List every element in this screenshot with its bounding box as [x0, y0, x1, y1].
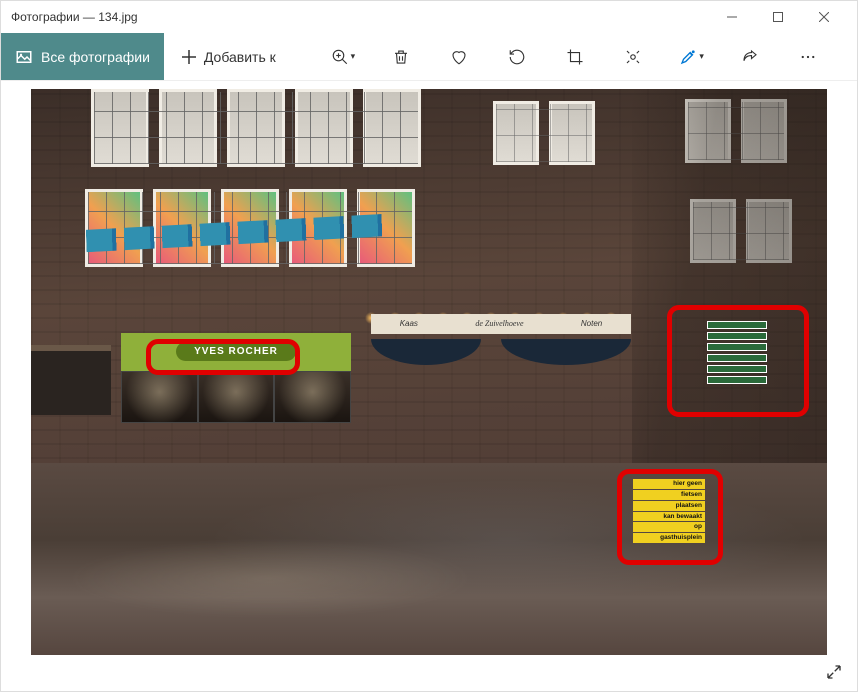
close-button[interactable] — [801, 1, 847, 33]
edit-button[interactable]: ▾ — [672, 37, 712, 77]
add-to-label: Добавить к — [204, 49, 276, 65]
heart-icon — [450, 48, 468, 66]
sign-noten: Noten — [581, 319, 602, 328]
close-icon — [819, 12, 829, 22]
trash-icon — [392, 48, 410, 66]
ellipsis-icon — [799, 48, 817, 66]
all-photos-button[interactable]: Все фотографии — [1, 33, 164, 80]
photo-image: Kaas de Zuivelhoeve Noten YVES ROCHER — [31, 89, 827, 655]
share-icon — [741, 48, 759, 66]
favorite-button[interactable] — [439, 37, 479, 77]
sign-kaas: Kaas — [400, 319, 418, 328]
awning-signband: Kaas de Zuivelhoeve Noten — [371, 314, 631, 334]
expand-icon[interactable] — [825, 663, 843, 681]
toolbar-actions: ▾ ▾ — [294, 37, 857, 77]
rotate-button[interactable] — [497, 37, 537, 77]
minimize-button[interactable] — [709, 1, 755, 33]
spot-icon — [624, 48, 642, 66]
window-controls — [709, 1, 847, 33]
plus-icon — [182, 50, 196, 64]
crop-button[interactable] — [555, 37, 595, 77]
photos-app-window: Фотографии — 134.jpg Все фотографии Доба… — [0, 0, 858, 692]
gstar-store — [31, 345, 111, 415]
delete-button[interactable] — [381, 37, 421, 77]
edit-icon — [679, 48, 697, 66]
highlight-box-yves-rocher — [146, 339, 300, 375]
highlight-box-direction-signs — [667, 305, 809, 417]
chevron-down-icon: ▾ — [699, 51, 704, 62]
all-photos-label: Все фотографии — [41, 49, 150, 65]
rotate-icon — [508, 48, 526, 66]
sign-middle: de Zuivelhoeve — [475, 319, 523, 328]
share-button[interactable] — [730, 37, 770, 77]
zoom-icon — [331, 48, 349, 66]
toolbar: Все фотографии Добавить к ▾ — [1, 33, 857, 81]
window-title: Фотографии — 134.jpg — [11, 10, 709, 24]
add-to-button[interactable]: Добавить к — [164, 33, 294, 80]
photo-viewport[interactable]: Kaas de Zuivelhoeve Noten YVES ROCHER — [1, 81, 857, 691]
more-button[interactable] — [788, 37, 828, 77]
gallery-icon — [15, 48, 33, 66]
crop-icon — [566, 48, 584, 66]
maximize-icon — [773, 12, 783, 22]
minimize-icon — [727, 12, 737, 22]
zoom-button[interactable]: ▾ — [323, 37, 363, 77]
chevron-down-icon: ▾ — [351, 51, 356, 62]
titlebar: Фотографии — 134.jpg — [1, 1, 857, 33]
spot-fix-button[interactable] — [613, 37, 653, 77]
highlight-box-yellow-sign — [617, 469, 723, 565]
maximize-button[interactable] — [755, 1, 801, 33]
